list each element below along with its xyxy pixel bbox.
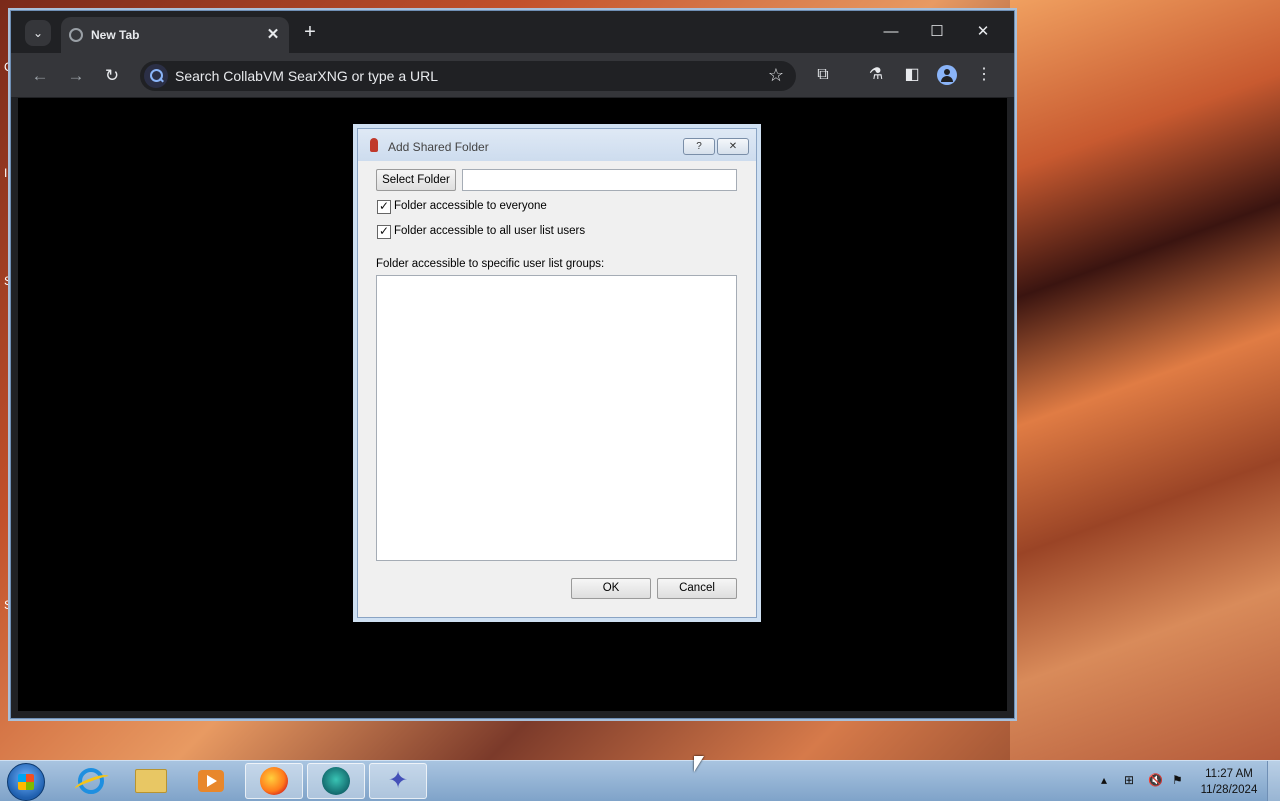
maximize-button[interactable]: ☐ <box>915 19 959 45</box>
clock[interactable]: 11:27 AM 11/28/2024 <box>1196 766 1262 798</box>
network-icon[interactable]: ⊞ <box>1124 773 1134 787</box>
media-player-icon <box>198 770 224 792</box>
menu-kebab-icon[interactable]: ⋮ <box>973 64 995 86</box>
globe-icon <box>69 28 83 42</box>
browser-toolbar: ← → ↻ Search CollabVM SearXNG or type a … <box>11 53 1014 97</box>
ok-button[interactable]: OK <box>571 578 651 599</box>
clock-time: 11:27 AM <box>1205 768 1253 780</box>
add-shared-folder-dialog: Add Shared Folder ? ✕ Select Folder Fold… <box>357 128 757 618</box>
address-bar[interactable]: Search CollabVM SearXNG or type a URL ☆ <box>140 61 796 91</box>
folder-path-input[interactable] <box>462 169 737 191</box>
close-window-button[interactable]: ✕ <box>961 19 1005 45</box>
groups-label: Folder accessible to specific user list … <box>376 258 605 270</box>
all-users-checkbox[interactable] <box>377 224 391 239</box>
everyone-checkbox-label[interactable]: Folder accessible to everyone <box>394 200 547 212</box>
internet-explorer-icon <box>78 768 104 794</box>
desktop-icon-label[interactable]: I <box>4 166 7 180</box>
help-button[interactable]: ? <box>683 138 715 155</box>
clock-date: 11/28/2024 <box>1200 784 1258 796</box>
taskbar-firefox[interactable] <box>245 763 303 799</box>
taskbar-internet-explorer[interactable] <box>62 763 120 799</box>
cancel-button[interactable]: Cancel <box>657 578 737 599</box>
labs-flask-icon[interactable]: ⚗ <box>865 64 887 86</box>
tab-title: New Tab <box>91 28 140 42</box>
windows-logo-icon <box>18 774 34 790</box>
action-center-flag-icon[interactable]: ⚑ <box>1172 773 1183 787</box>
address-bar-placeholder: Search CollabVM SearXNG or type a URL <box>175 68 438 84</box>
dialog-close-button[interactable]: ✕ <box>717 138 749 155</box>
taskbar: ✦ ▴ ⊞ 🔇 ⚑ 11:27 AM 11/28/2024 <box>0 760 1280 801</box>
volume-muted-icon[interactable]: 🔇 <box>1148 773 1163 787</box>
groups-list[interactable] <box>376 275 737 561</box>
tab-new-tab[interactable]: New Tab ✕ <box>61 17 289 53</box>
all-users-checkbox-label[interactable]: Folder accessible to all user list users <box>394 225 585 237</box>
taskbar-free-download-manager[interactable] <box>307 763 365 799</box>
bookmark-star-icon[interactable]: ☆ <box>768 65 784 86</box>
tab-search-chevron-icon[interactable]: ⌄ <box>25 20 51 46</box>
download-manager-icon <box>322 767 350 795</box>
minimize-button[interactable]: — <box>869 19 913 45</box>
show-desktop-button[interactable] <box>1267 761 1280 801</box>
app-icon <box>370 138 378 152</box>
bird-app-icon: ✦ <box>387 767 409 794</box>
taskbar-collabvm-client[interactable]: ✦ <box>369 763 427 799</box>
extensions-icon[interactable]: ⧉ <box>812 64 834 86</box>
tab-strip: ⌄ New Tab ✕ + — ☐ ✕ <box>11 11 1014 53</box>
show-hidden-icons-chevron-icon[interactable]: ▴ <box>1101 773 1107 787</box>
firefox-icon <box>260 767 288 795</box>
tab-close-icon[interactable]: ✕ <box>263 25 283 45</box>
mouse-cursor-icon <box>694 756 704 772</box>
wallpaper <box>1010 0 1280 760</box>
select-folder-button[interactable]: Select Folder <box>376 169 456 191</box>
taskbar-windows-explorer[interactable] <box>122 763 180 799</box>
dialog-title: Add Shared Folder <box>388 140 489 154</box>
profile-avatar-icon[interactable] <box>937 65 957 85</box>
dialog-title-bar[interactable]: Add Shared Folder ? ✕ <box>358 129 756 161</box>
folder-icon <box>135 769 167 793</box>
side-panel-icon[interactable]: ◧ <box>901 64 923 86</box>
reload-icon[interactable]: ↻ <box>101 65 123 87</box>
back-icon[interactable]: ← <box>29 65 51 87</box>
forward-icon[interactable]: → <box>65 65 87 87</box>
new-tab-button[interactable]: + <box>299 21 321 43</box>
search-icon <box>144 64 168 88</box>
taskbar-media-player[interactable] <box>182 763 240 799</box>
start-button[interactable] <box>7 763 45 801</box>
everyone-checkbox[interactable] <box>377 199 391 214</box>
